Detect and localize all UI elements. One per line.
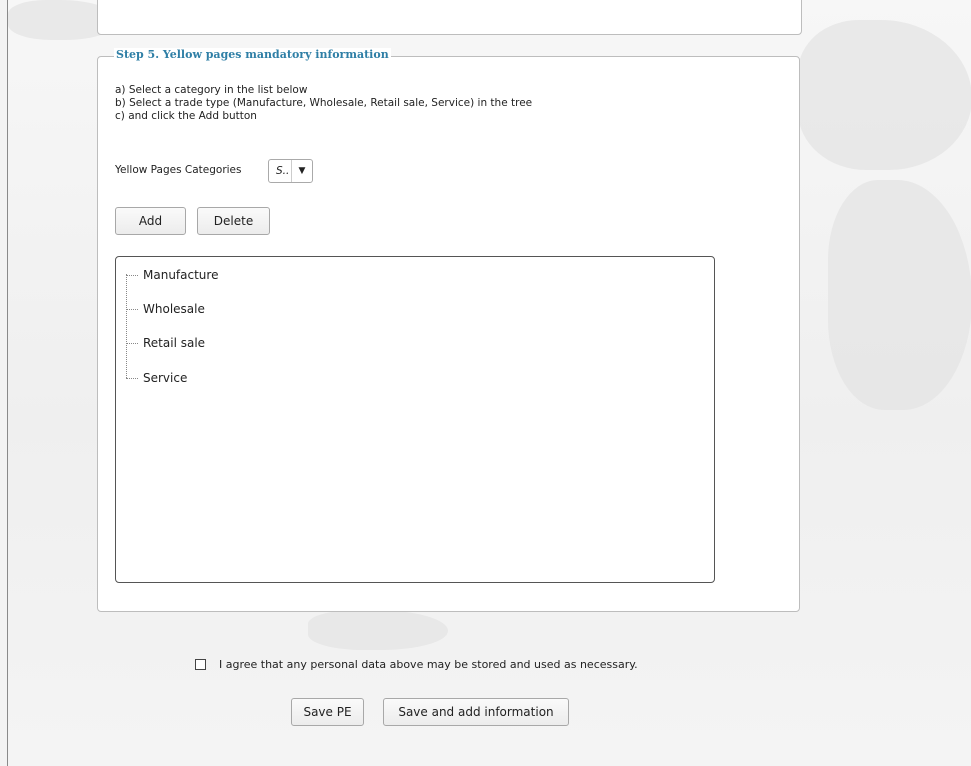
tree-item-label: Service (143, 371, 188, 385)
instruction-line: b) Select a trade type (Manufacture, Who… (115, 97, 533, 109)
categories-label: Yellow Pages Categories (115, 164, 242, 176)
tree-item-label: Manufacture (143, 268, 219, 282)
tree-item-manufacture[interactable]: Manufacture (126, 265, 218, 285)
map-decoration (828, 180, 971, 410)
tree-item-wholesale[interactable]: Wholesale (126, 299, 205, 319)
tree-branch (126, 342, 138, 344)
categories-select[interactable]: S.. ▼ (268, 159, 313, 183)
tree-item-retail-sale[interactable]: Retail sale (126, 333, 205, 353)
tree-connector (126, 274, 127, 378)
instruction-line: a) Select a category in the list below (115, 84, 308, 96)
tree-item-label: Retail sale (143, 336, 206, 350)
agree-label[interactable]: I agree that any personal data above may… (219, 658, 638, 671)
tree-branch (126, 308, 138, 310)
agree-checkbox[interactable] (195, 659, 206, 670)
tree-item-label: Wholesale (143, 302, 205, 316)
tree-item-service[interactable]: Service (126, 368, 187, 388)
categories-select-value: S.. (276, 165, 290, 177)
delete-button[interactable]: Delete (197, 207, 270, 235)
triangle-down-icon[interactable]: ▼ (291, 160, 312, 182)
step5-instructions: a) Select a category in the list below b… (115, 84, 532, 123)
map-decoration (798, 20, 971, 170)
agreement-row: I agree that any personal data above may… (195, 658, 638, 671)
instruction-line: c) and click the Add button (115, 110, 257, 122)
save-and-add-information-button[interactable]: Save and add information (383, 698, 569, 726)
save-pe-button[interactable]: Save PE (291, 698, 364, 726)
map-decoration (308, 610, 448, 650)
page-background: Step 5. Yellow pages mandatory informati… (7, 0, 971, 766)
tree-branch (126, 274, 138, 276)
trade-type-tree[interactable]: Manufacture Wholesale Retail sale Servic… (115, 256, 715, 583)
step5-legend: Step 5. Yellow pages mandatory informati… (114, 48, 391, 61)
step5-panel: Step 5. Yellow pages mandatory informati… (97, 48, 800, 612)
previous-step-panel (97, 0, 802, 35)
add-button[interactable]: Add (115, 207, 186, 235)
tree-branch (126, 377, 138, 379)
